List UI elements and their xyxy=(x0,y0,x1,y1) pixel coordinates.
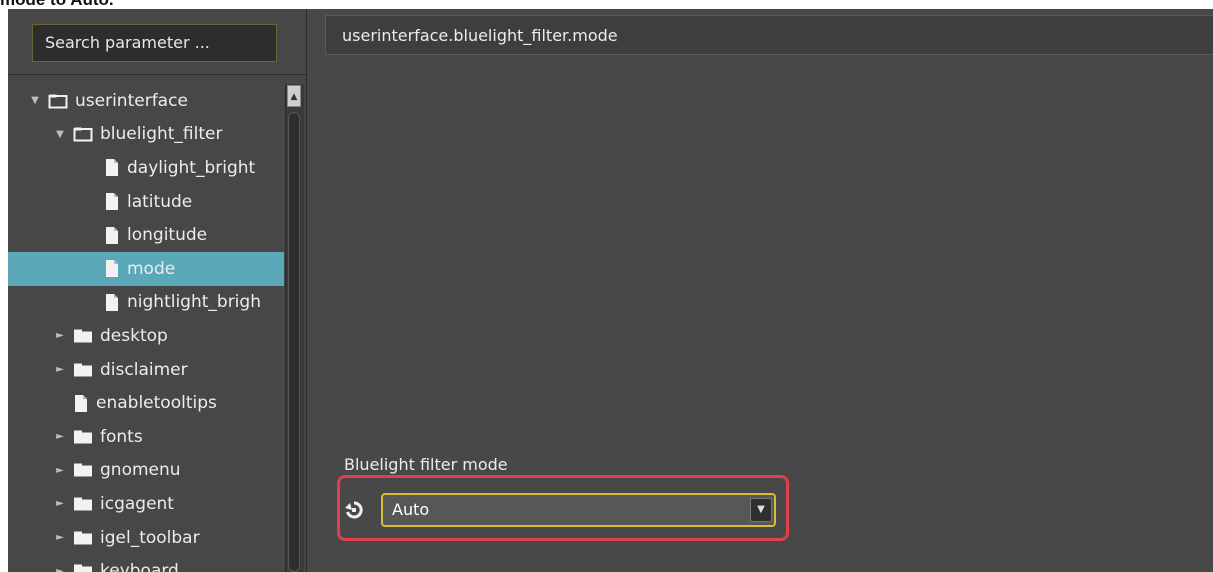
tree-item-label: fonts xyxy=(100,426,143,447)
collapse-arrow-icon[interactable]: ► xyxy=(53,431,67,442)
tree-item-label: keyboard xyxy=(100,561,179,572)
tree-item[interactable]: longitude xyxy=(8,218,284,252)
collapse-arrow-icon[interactable]: ► xyxy=(53,566,67,572)
scroll-up-arrow-icon[interactable]: ▲ xyxy=(287,85,301,107)
parameter-tree: ▼ userinterface ▼ bluelight_filter daylight_… xyxy=(8,84,284,572)
tree-item[interactable]: daylight_bright xyxy=(8,151,284,185)
tree-item[interactable]: latitude xyxy=(8,185,284,219)
tree-item[interactable]: mode xyxy=(8,251,284,286)
expand-arrow-icon[interactable]: ▼ xyxy=(28,95,42,106)
file-icon xyxy=(104,293,120,312)
mode-select[interactable]: Auto ▼ xyxy=(381,493,776,527)
parameter-label: Bluelight filter mode xyxy=(344,455,508,474)
collapse-arrow-icon[interactable]: ► xyxy=(53,465,67,476)
chevron-down-icon[interactable]: ▼ xyxy=(750,498,772,522)
tree-item-label: bluelight_filter xyxy=(100,124,223,145)
collapse-arrow-icon[interactable]: ► xyxy=(53,532,67,543)
file-icon xyxy=(104,158,120,177)
file-icon xyxy=(104,259,120,278)
tree-item[interactable]: ► fonts xyxy=(8,420,284,454)
app-window: Search parameter ... ▼ userinterface ▼ blue… xyxy=(8,9,1213,572)
tree-item-label: mode xyxy=(127,258,176,279)
tree-item[interactable]: ► disclaimer xyxy=(8,353,284,387)
tree-item-label: longitude xyxy=(127,225,208,246)
tree-item[interactable]: ► icgagent xyxy=(8,487,284,521)
tree-item-label: userinterface xyxy=(75,90,188,111)
tree-item-label: nightlight_brigh xyxy=(127,292,261,313)
reset-icon[interactable] xyxy=(344,500,364,520)
tree-item-label: latitude xyxy=(127,191,193,212)
tree-item[interactable]: nightlight_brigh xyxy=(8,286,284,320)
tree-item-label: enabletooltips xyxy=(96,393,217,414)
search-input[interactable]: Search parameter ... xyxy=(32,24,277,62)
tree-item-label: disclaimer xyxy=(100,359,188,380)
expand-arrow-icon[interactable]: ▼ xyxy=(53,129,67,140)
file-icon xyxy=(104,226,120,245)
tree-item-label: icgagent xyxy=(100,493,174,514)
folder-icon xyxy=(73,496,93,512)
tree-item-label: daylight_bright xyxy=(127,157,256,178)
tree-scrollbar[interactable]: ▲ xyxy=(285,84,304,572)
tree-item[interactable]: ► gnomenu xyxy=(8,454,284,488)
folder-icon xyxy=(73,429,93,445)
collapse-arrow-icon[interactable]: ► xyxy=(53,330,67,341)
folder-icon xyxy=(73,530,93,546)
mode-select-value: Auto xyxy=(392,500,430,519)
detail-pane: userinterface.bluelight_filter.mode Blue… xyxy=(307,9,1213,572)
parameter-path: userinterface.bluelight_filter.mode xyxy=(325,15,1213,55)
collapse-arrow-icon[interactable]: ► xyxy=(53,364,67,375)
collapse-arrow-icon[interactable]: ► xyxy=(53,498,67,509)
tree-item[interactable]: ▼ userinterface xyxy=(8,84,284,118)
tree-item[interactable]: enabletooltips xyxy=(8,386,284,420)
scroll-thumb[interactable] xyxy=(288,112,300,572)
folder-outline-icon xyxy=(48,93,68,109)
file-icon xyxy=(73,394,89,413)
tree-item[interactable]: ► igel_toolbar xyxy=(8,521,284,555)
file-icon xyxy=(104,192,120,211)
search-area: Search parameter ... xyxy=(8,9,306,75)
tree-item[interactable]: ▼ bluelight_filter xyxy=(8,118,284,152)
folder-icon xyxy=(73,563,93,572)
tree-item[interactable]: ► keyboard xyxy=(8,554,284,572)
tree-item-label: desktop xyxy=(100,325,168,346)
tree-item[interactable]: ► desktop xyxy=(8,319,284,353)
folder-icon xyxy=(73,362,93,378)
tree-item-label: igel_toolbar xyxy=(100,527,200,548)
folder-icon xyxy=(73,462,93,478)
caption-text: mode to Auto. xyxy=(0,0,400,8)
tree-item-label: gnomenu xyxy=(100,460,181,481)
tree-pane: Search parameter ... ▼ userinterface ▼ blue… xyxy=(8,9,307,572)
folder-outline-icon xyxy=(73,126,93,142)
folder-icon xyxy=(73,328,93,344)
